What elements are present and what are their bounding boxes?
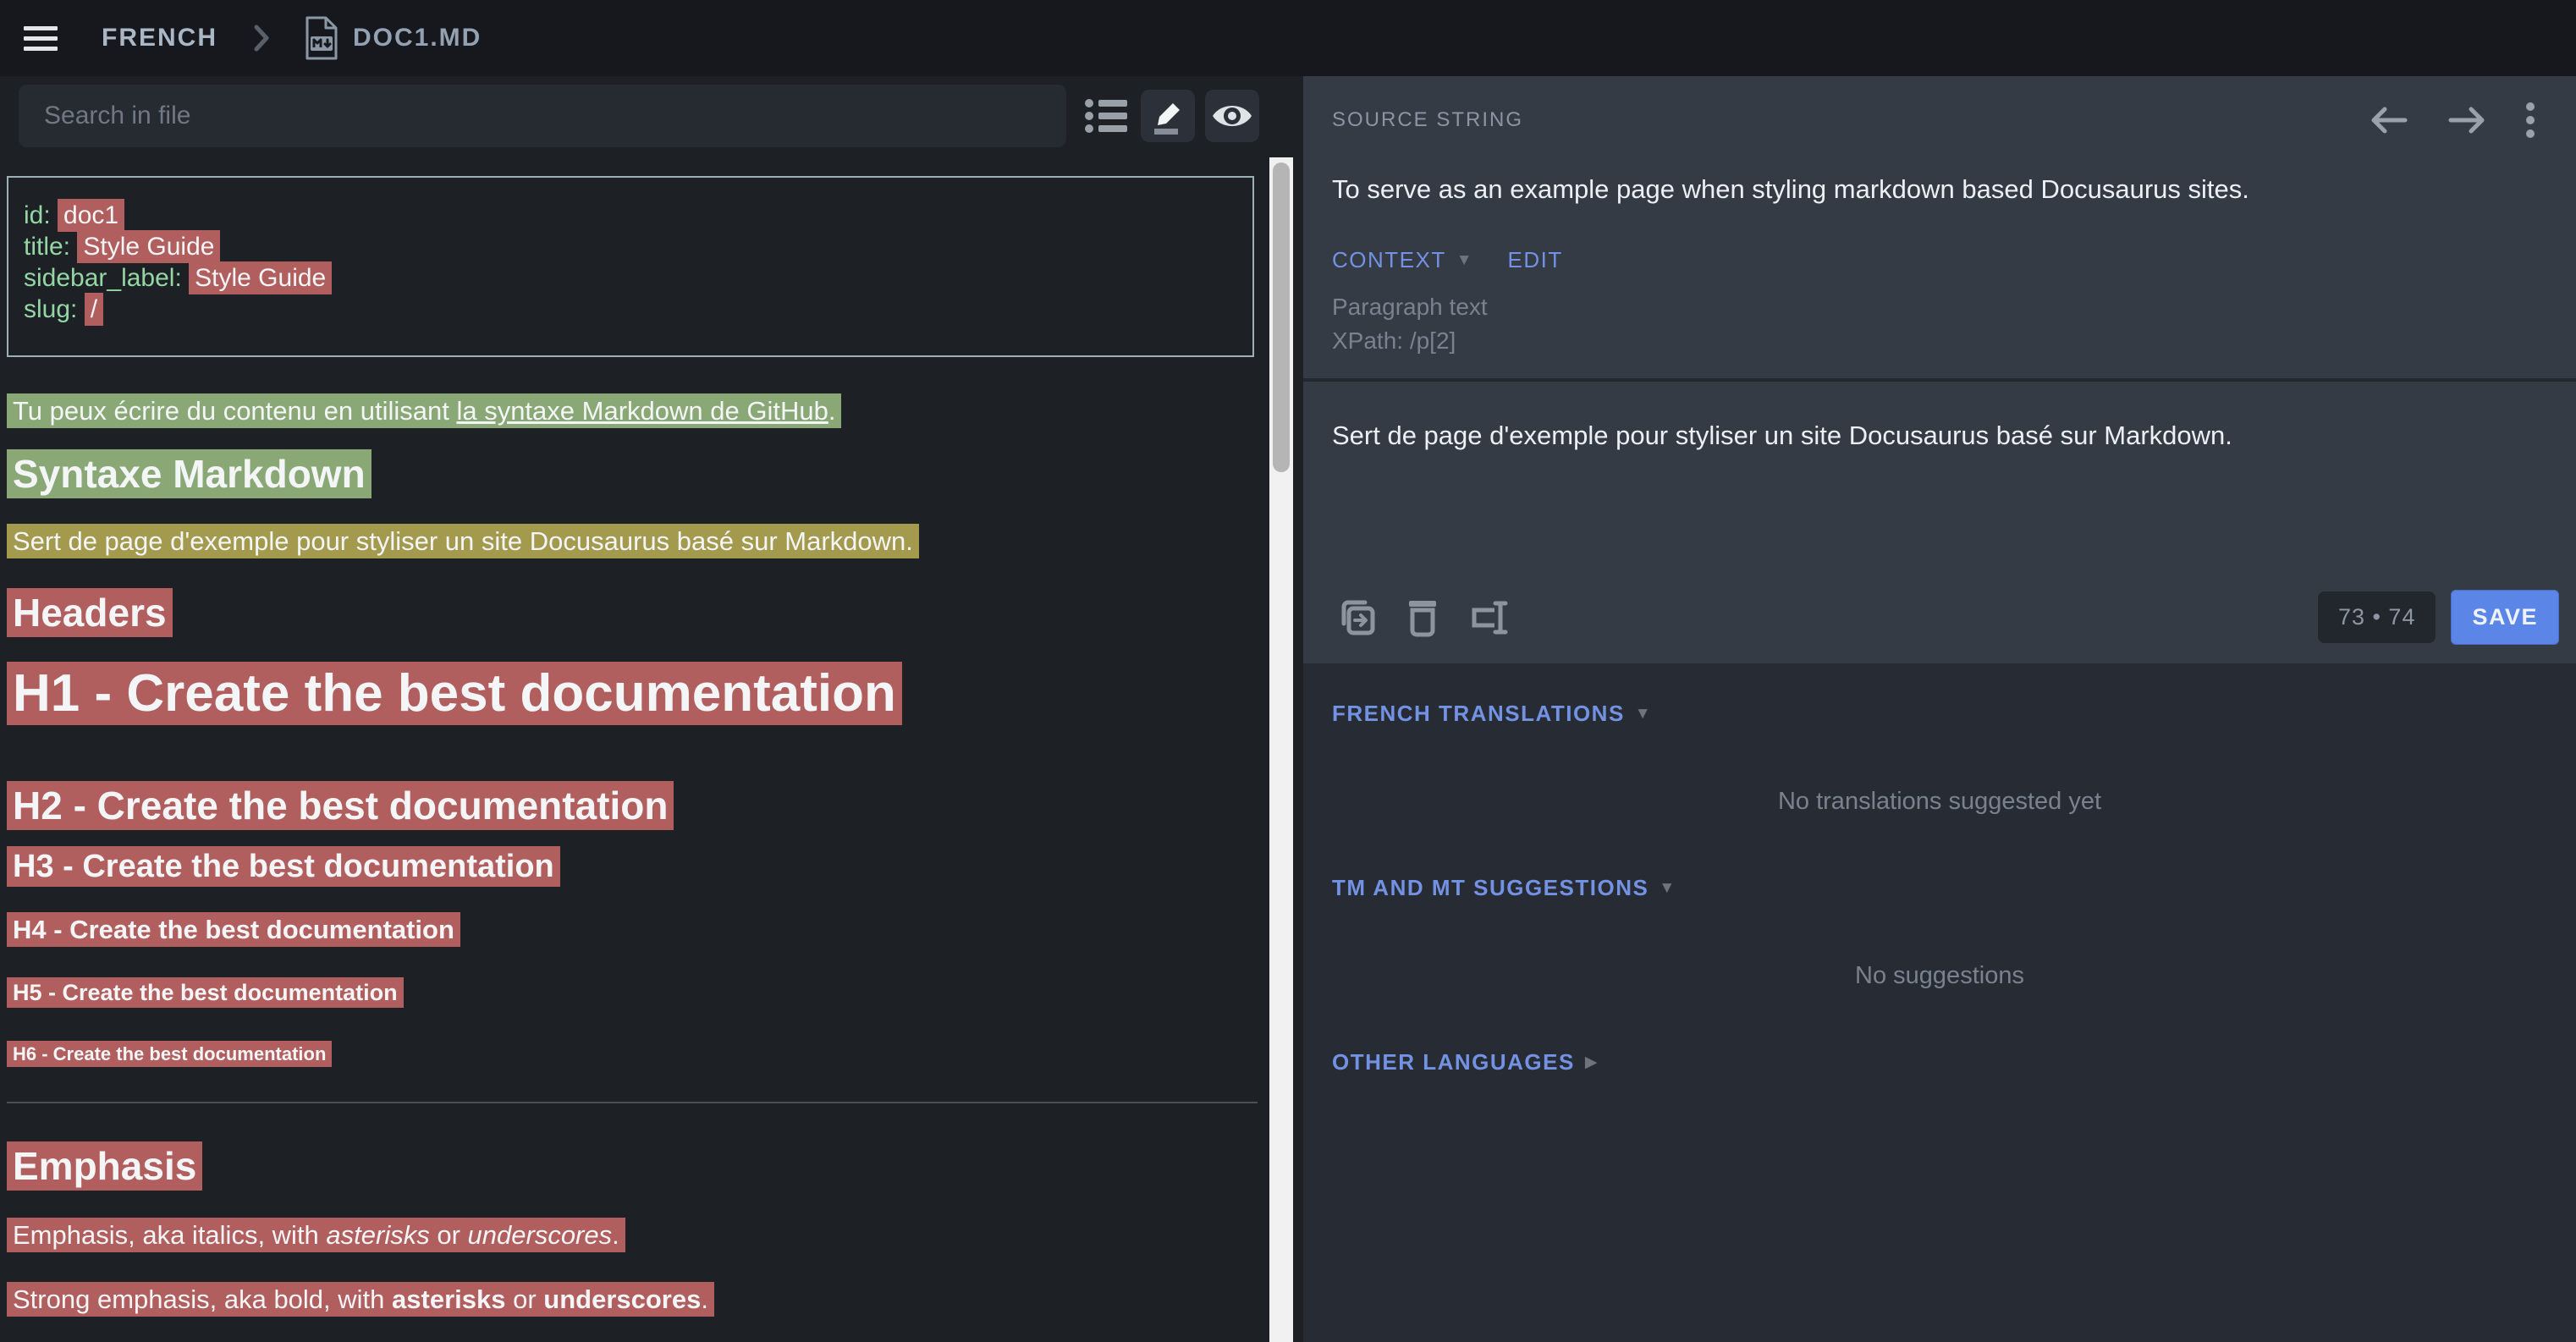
save-button[interactable]: SAVE [2451, 590, 2559, 645]
frontmatter-line[interactable]: id: doc1 [24, 200, 1236, 231]
section-caret-icon: ▼ [1635, 705, 1651, 723]
edit-mode-toggle[interactable] [1141, 90, 1195, 142]
previous-string-button[interactable] [2370, 104, 2408, 136]
frontmatter-line[interactable]: sidebar_label: Style Guide [24, 262, 1236, 294]
context-toggle[interactable]: CONTEXT [1332, 247, 1446, 273]
translation-input[interactable]: Sert de page d'exemple pour styliser un … [1303, 382, 2576, 590]
copy-source-button[interactable] [1337, 598, 1376, 637]
chevron-right-icon [253, 24, 270, 52]
frontmatter-line[interactable]: title: Style Guide [24, 231, 1236, 262]
delete-translation-button[interactable] [1406, 598, 1439, 637]
preview-toggle[interactable] [1205, 90, 1259, 142]
markdown-file-icon [304, 15, 339, 61]
select-text-button[interactable] [1469, 598, 1510, 637]
document-content: id: doc1 title: Style Guide sidebar_labe… [0, 147, 1269, 1318]
source-string-text: To serve as an example page when styling… [1332, 174, 2535, 205]
panel-divider [1293, 76, 1303, 1342]
doc-heading-h6[interactable]: H6 - Create the best documentation [7, 1041, 1258, 1068]
frontmatter-line[interactable]: slug: / [24, 294, 1236, 325]
source-string-label: SOURCE STRING [1332, 108, 1523, 132]
doc-heading-h2[interactable]: H2 - Create the best documentation [7, 780, 1258, 831]
section-caret-right-icon: ▶ [1585, 1053, 1598, 1072]
tm-mt-suggestions-section[interactable]: TM AND MT SUGGESTIONS ▼ [1332, 875, 2547, 901]
arrow-right-icon [2447, 104, 2486, 136]
doc-link-markdown-syntax[interactable]: la syntaxe Markdown de GitHub [456, 396, 828, 426]
doc-string-emphasis[interactable]: Emphasis, aka italics, with asterisks or… [7, 1217, 1258, 1254]
french-translations-section[interactable]: FRENCH TRANSLATIONS ▼ [1332, 701, 2547, 727]
section-caret-icon: ▼ [1659, 879, 1675, 898]
translation-panel: SOURCE STRING To serve as an example pag… [1303, 76, 2576, 1342]
arrow-left-icon [2370, 104, 2408, 136]
doc-string-strong[interactable]: Strong emphasis, aka bold, with asterisk… [7, 1281, 1258, 1318]
doc-scrollbar[interactable] [1269, 157, 1293, 1342]
eye-icon [1211, 100, 1253, 132]
search-input[interactable] [19, 85, 1066, 147]
doc-heading-emphasis[interactable]: Emphasis [7, 1141, 1258, 1191]
context-type: Paragraph text [1332, 290, 2535, 324]
context-edit-link[interactable]: EDIT [1508, 247, 1563, 273]
doc-heading-h3[interactable]: H3 - Create the best documentation [7, 844, 1258, 888]
kebab-menu-icon [2525, 102, 2535, 139]
document-panel: id: doc1 title: Style Guide sidebar_labe… [0, 76, 1269, 1342]
topbar: FRENCH DOC1.MD [0, 0, 2576, 76]
frontmatter-block: id: doc1 title: Style Guide sidebar_labe… [7, 176, 1254, 357]
context-caret-icon: ▼ [1456, 251, 1472, 270]
copy-source-icon [1337, 598, 1376, 637]
doc-string-intro[interactable]: Tu peux écrire du contenu en utilisant l… [7, 393, 1258, 430]
suggestions-empty-state: No suggestions [1332, 962, 2547, 990]
doc-heading-headers[interactable]: Headers [7, 587, 1258, 638]
other-languages-section[interactable]: OTHER LANGUAGES ▶ [1332, 1049, 2547, 1075]
breadcrumb-file: DOC1.MD [353, 24, 482, 52]
next-string-button[interactable] [2447, 104, 2486, 136]
strings-list-icon[interactable] [1082, 90, 1131, 142]
doc-horizontal-rule [7, 1102, 1258, 1103]
pencil-icon [1149, 96, 1186, 135]
doc-heading-syntaxe-markdown[interactable]: Syntaxe Markdown [7, 448, 1258, 499]
string-menu-button[interactable] [2525, 102, 2535, 139]
char-counter: 73 • 74 [2318, 591, 2436, 643]
doc-scrollbar-thumb[interactable] [1273, 162, 1290, 472]
text-cursor-icon [1469, 598, 1510, 637]
doc-heading-h1[interactable]: H1 - Create the best documentation [7, 660, 1258, 728]
doc-heading-h5[interactable]: H5 - Create the best documentation [7, 976, 1258, 1009]
doc-string-selected[interactable]: Sert de page d'exemple pour styliser un … [7, 523, 1258, 560]
trash-icon [1406, 598, 1439, 637]
breadcrumb-project[interactable]: FRENCH [102, 24, 217, 52]
doc-heading-h4[interactable]: H4 - Create the best documentation [7, 912, 1258, 948]
context-xpath: XPath: /p[2] [1332, 324, 2535, 358]
translations-empty-state: No translations suggested yet [1332, 788, 2547, 816]
hamburger-menu-icon[interactable] [24, 26, 58, 51]
